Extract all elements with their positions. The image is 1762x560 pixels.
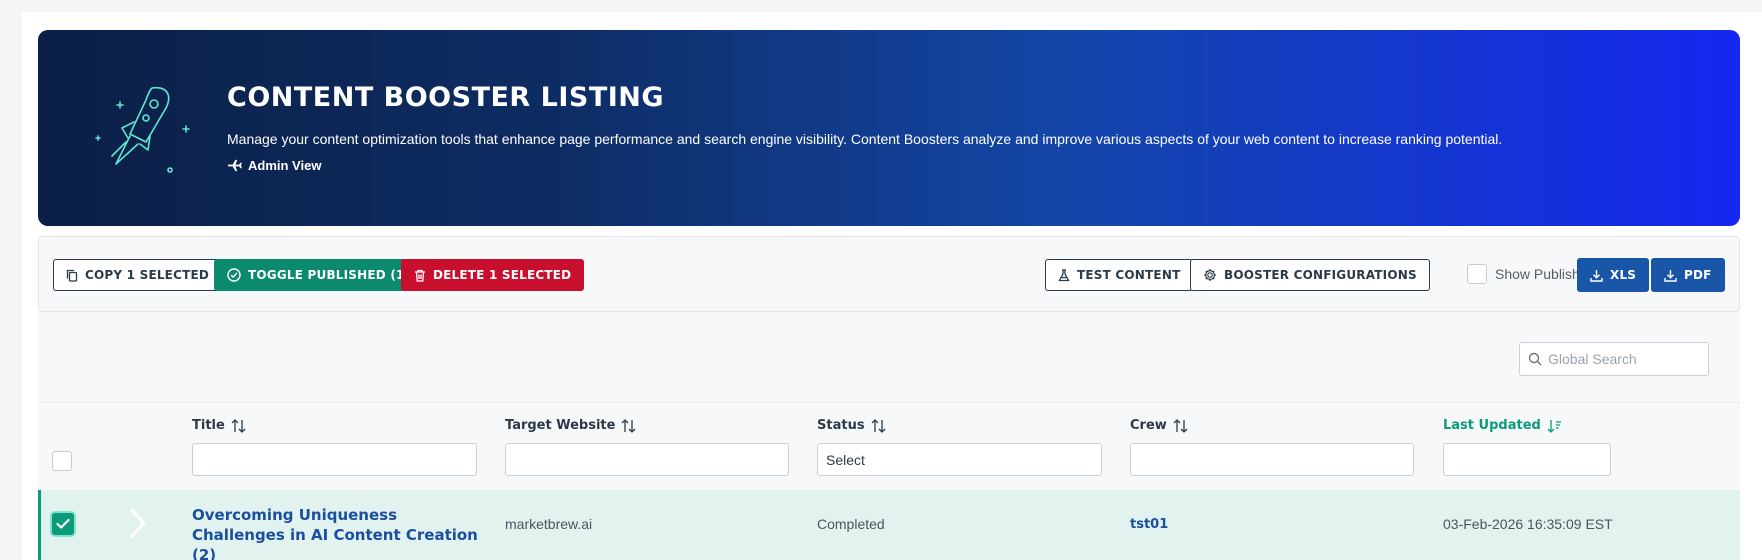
download-icon — [1590, 269, 1603, 282]
chevron-right-icon[interactable] — [128, 508, 148, 538]
crew-filter-input[interactable] — [1130, 443, 1414, 476]
toggle-published-label: TOGGLE PUBLISHED (1) — [248, 268, 411, 282]
global-search-input[interactable] — [1548, 351, 1698, 367]
delete-selected-label: DELETE 1 SELECTED — [433, 268, 572, 282]
trash-icon — [415, 269, 425, 282]
copy-icon — [66, 269, 78, 282]
sort-icon[interactable] — [621, 418, 636, 433]
row-title-link[interactable]: Overcoming Uniqueness Challenges in AI C… — [192, 505, 482, 560]
test-content-label: TEST CONTENT — [1077, 268, 1181, 282]
column-header-last-updated[interactable]: Last Updated — [1443, 418, 1562, 433]
table-header-divider — [38, 402, 1740, 403]
status-filter-select[interactable]: Select — [817, 443, 1102, 476]
view-mode-label: Admin View — [248, 158, 322, 173]
rocket-icon — [95, 86, 190, 173]
export-xls-label: XLS — [1610, 268, 1637, 282]
gear-icon — [1204, 269, 1216, 281]
column-header-status[interactable]: Status — [817, 418, 886, 433]
sort-icon[interactable] — [871, 418, 886, 433]
sort-descending-icon[interactable] — [1547, 419, 1562, 433]
export-pdf-label: PDF — [1684, 268, 1712, 282]
column-header-target-website[interactable]: Target Website — [505, 418, 636, 433]
download-icon — [1664, 269, 1677, 282]
booster-configurations-label: BOOSTER CONFIGURATIONS — [1224, 268, 1417, 282]
title-filter-input[interactable] — [192, 443, 477, 476]
sort-icon[interactable] — [231, 418, 246, 433]
row-crew-link[interactable]: tst01 — [1130, 517, 1168, 532]
toggle-published-button[interactable]: TOGGLE PUBLISHED (1) — [214, 259, 424, 291]
column-header-label: Last Updated — [1443, 418, 1541, 433]
page-description: Manage your content optimization tools t… — [227, 131, 1503, 147]
column-header-label: Status — [817, 418, 865, 433]
copy-selected-label: COPY 1 SELECTED — [85, 268, 210, 282]
target-website-filter-input[interactable] — [505, 443, 789, 476]
view-mode-indicator: Admin View — [227, 158, 321, 173]
column-header-label: Title — [192, 418, 225, 433]
check-circle-icon — [227, 268, 241, 282]
booster-configurations-button[interactable]: BOOSTER CONFIGURATIONS — [1190, 259, 1430, 291]
column-header-label: Crew — [1130, 418, 1167, 433]
select-all-checkbox[interactable] — [52, 451, 72, 471]
row-last-updated: 03-Feb-2026 16:35:09 EST — [1443, 516, 1613, 532]
show-published-checkbox[interactable] — [1467, 264, 1487, 284]
delete-selected-button[interactable]: DELETE 1 SELECTED — [401, 259, 585, 291]
column-header-crew[interactable]: Crew — [1130, 418, 1188, 433]
sort-icon[interactable] — [1173, 418, 1188, 433]
flask-icon — [1058, 268, 1070, 281]
export-xls-button[interactable]: XLS — [1577, 258, 1650, 292]
row-select-checkbox[interactable] — [52, 513, 74, 535]
search-icon — [1528, 352, 1542, 366]
plane-icon — [228, 159, 242, 172]
column-header-label: Target Website — [505, 418, 616, 433]
last-updated-filter-input[interactable] — [1443, 443, 1611, 476]
global-search-box[interactable] — [1519, 342, 1709, 376]
column-header-title[interactable]: Title — [192, 418, 246, 433]
check-icon — [56, 518, 70, 529]
header-banner: CONTENT BOOSTER LISTING Manage your cont… — [38, 30, 1740, 226]
row-status: Completed — [817, 516, 885, 532]
action-toolbar: COPY 1 SELECTED TOGGLE PUBLISHED (1) DEL… — [38, 236, 1740, 312]
page-title: CONTENT BOOSTER LISTING — [227, 82, 665, 113]
row-target-website: marketbrew.ai — [505, 516, 593, 532]
copy-selected-button[interactable]: COPY 1 SELECTED — [53, 259, 223, 291]
test-content-button[interactable]: TEST CONTENT — [1045, 259, 1194, 291]
status-filter-value: Select — [826, 451, 865, 468]
export-pdf-button[interactable]: PDF — [1651, 258, 1725, 292]
